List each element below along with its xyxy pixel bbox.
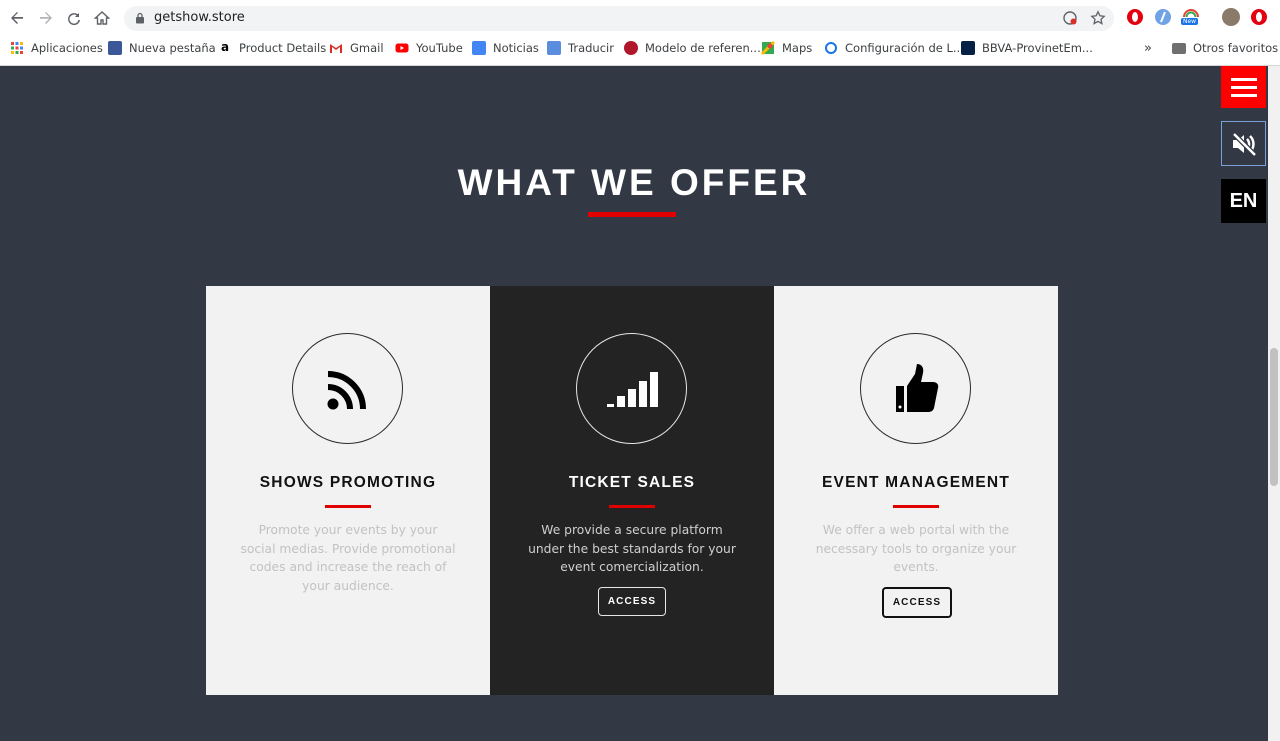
hamburger-line [1230, 93, 1257, 97]
bookmark-item[interactable]: Aplicaciones [10, 39, 103, 57]
bookmark-label: Maps [782, 41, 813, 55]
lock-icon [136, 12, 144, 24]
page-content: WHAT WE OFFER SHOWS PROMOTING Promote yo… [0, 66, 1268, 741]
bookmarks-bar: Aplicaciones Nueva pestaña a Product Det… [0, 36, 1280, 60]
bookmark-label: Aplicaciones [31, 41, 103, 55]
reload-icon [68, 13, 80, 26]
card-icon-circle [860, 333, 971, 444]
signal-bars-icon [606, 371, 658, 407]
bookmark-item[interactable]: YouTube [395, 39, 463, 57]
card-title: SHOWS PROMOTING [259, 474, 437, 491]
mute-button[interactable] [1221, 121, 1266, 166]
folder-icon [1172, 42, 1186, 54]
bookmark-item[interactable]: Gmail [329, 39, 384, 57]
card-underline [325, 505, 371, 508]
arrow-right-icon [40, 12, 52, 24]
shield-icon [624, 41, 638, 55]
folder-label: Otros favoritos [1193, 41, 1279, 55]
card-title: EVENT MANAGEMENT [822, 474, 1010, 491]
bookmark-label: Nueva pestaña [129, 41, 216, 55]
translate-icon [547, 41, 561, 55]
bbva-icon [961, 41, 975, 55]
bookmark-item[interactable]: Nueva pestaña [108, 39, 216, 57]
facebook-icon [108, 41, 122, 55]
opera-icon[interactable] [1126, 8, 1144, 26]
extension-new-icon[interactable]: New [1181, 8, 1200, 26]
opera-red-icon[interactable] [1250, 8, 1268, 26]
card-underline [609, 505, 655, 508]
bookmark-item[interactable]: BBVA-ProvinetEm... [961, 39, 1093, 57]
card-description: Promote your events by your social media… [240, 523, 456, 593]
address-bar[interactable]: getshow.store [124, 6, 1114, 31]
hamburger-line [1230, 77, 1257, 81]
title-underline [588, 212, 676, 217]
bookmark-item[interactable]: Noticias [472, 39, 539, 57]
browser-toolbar: getshow.store New [0, 0, 1280, 36]
card-underline [893, 505, 939, 508]
browser-chrome: getshow.store New Aplicaciones Nueva pes… [0, 0, 1280, 66]
bookmark-label: Traducir [568, 41, 614, 55]
bookmark-label: YouTube [416, 41, 463, 55]
amazon-icon: a [220, 40, 230, 54]
card-description: We provide a secure platform under the b… [528, 523, 736, 574]
forward-button[interactable] [35, 7, 57, 29]
youtube-icon [395, 43, 409, 53]
offer-card-event-management: EVENT MANAGEMENT We offer a web portal w… [774, 286, 1058, 695]
bookmark-label: Product Details [239, 41, 327, 55]
rss-feed-icon [327, 370, 366, 409]
bookmark-item[interactable]: Modelo de referen... [624, 39, 761, 57]
bookmark-label: BBVA-ProvinetEm... [982, 41, 1093, 55]
back-button[interactable] [6, 7, 28, 29]
bookmark-label: Modelo de referen... [645, 41, 761, 55]
extension-blue-icon[interactable] [1154, 8, 1172, 26]
arrow-left-icon [11, 12, 23, 24]
thumbs-up-icon [895, 363, 938, 412]
scrollbar-thumb[interactable] [1270, 348, 1278, 486]
news-icon [472, 41, 486, 55]
star-icon[interactable] [1090, 10, 1106, 26]
translate-page-icon[interactable] [1062, 10, 1078, 26]
bookmark-label: Configuración de L... [845, 41, 964, 55]
apps-grid-icon [11, 42, 23, 54]
bookmark-item[interactable]: a Product Details [218, 39, 326, 57]
bookmarks-overflow-button[interactable]: » [1144, 39, 1152, 57]
reload-button[interactable] [63, 7, 85, 29]
other-bookmarks-folder[interactable]: Otros favoritos [1172, 39, 1278, 57]
bookmark-item[interactable]: Configuración de L... [824, 39, 964, 57]
bookmark-item[interactable]: Maps [761, 39, 812, 57]
url-text: getshow.store [154, 10, 245, 25]
card-description: We offer a web portal with the necessary… [815, 523, 1017, 574]
new-badge: New [1181, 18, 1199, 25]
bookmark-label: Noticias [493, 41, 539, 55]
home-button[interactable] [91, 7, 113, 29]
gmail-icon [330, 44, 342, 53]
card-icon-circle [292, 333, 403, 444]
section-title: WHAT WE OFFER [457, 162, 811, 203]
event-management-access-button[interactable]: ACCESS [882, 587, 952, 618]
hamburger-menu-button[interactable] [1221, 66, 1266, 108]
language-button[interactable]: EN [1221, 179, 1266, 223]
page-scrollbar[interactable] [1268, 66, 1280, 741]
ticket-sales-access-button[interactable]: ACCESS [598, 587, 666, 616]
offer-card-ticket-sales: TICKET SALES We provide a secure platfor… [490, 286, 774, 695]
bookmark-label: Gmail [350, 41, 384, 55]
profile-avatar[interactable] [1222, 8, 1240, 26]
card-title: TICKET SALES [568, 474, 696, 491]
hamburger-line [1230, 85, 1257, 89]
card-icon-circle [576, 333, 687, 444]
volume-muted-icon [1231, 131, 1257, 157]
home-icon [94, 11, 110, 25]
offer-card-shows-promoting: SHOWS PROMOTING Promote your events by y… [206, 286, 490, 695]
maps-icon [761, 41, 775, 55]
sync-icon [825, 42, 837, 54]
bookmark-item[interactable]: Traducir [547, 39, 614, 57]
